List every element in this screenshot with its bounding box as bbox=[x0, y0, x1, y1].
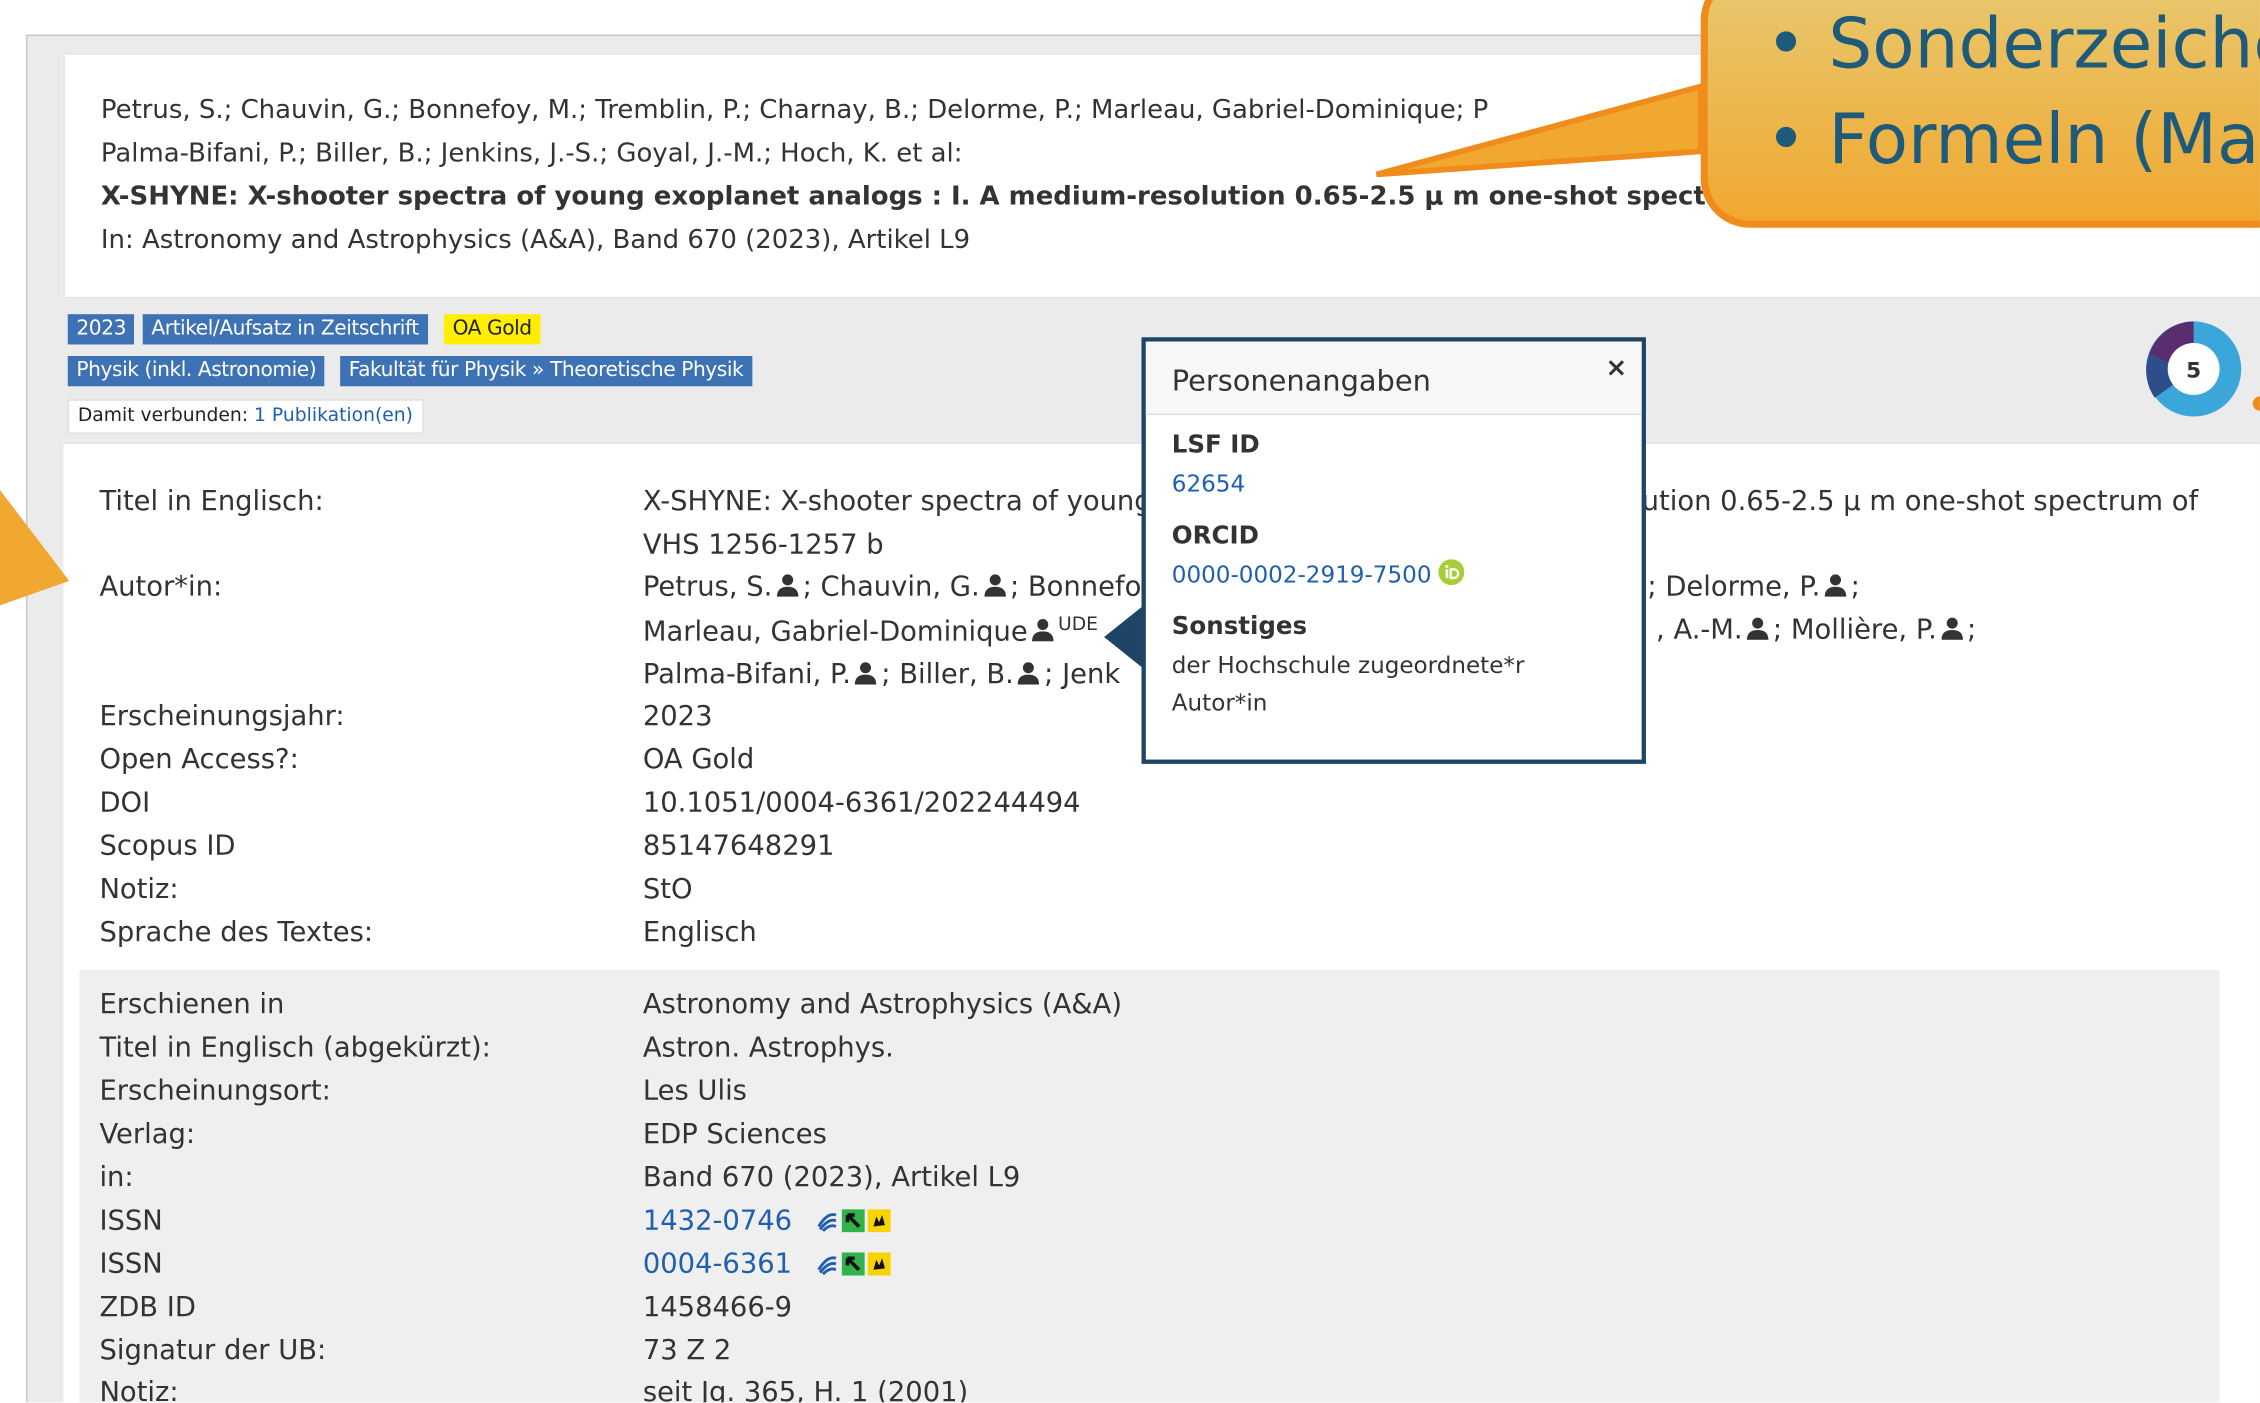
callout-tail bbox=[1375, 82, 1704, 178]
page-canvas: Petrus, S.; Chauvin, G.; Bonnefoy, M.; T… bbox=[0, 0, 2260, 1403]
callout-line2: • Formeln (Mat bbox=[1765, 99, 2260, 181]
left-callout-tail bbox=[0, 490, 70, 606]
annotation-callout: • Sonderzeiche • Formeln (Mat bbox=[1700, 0, 2260, 228]
right-callout-dot bbox=[2252, 396, 2260, 411]
callout-line1: • Sonderzeiche bbox=[1765, 4, 2260, 86]
